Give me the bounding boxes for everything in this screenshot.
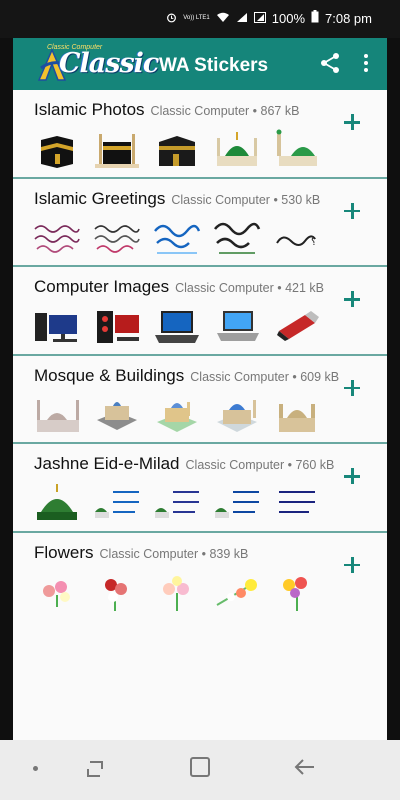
volte-icon: Vo)) LTE1 [183, 15, 210, 21]
green-dome-sticker [271, 128, 323, 170]
pack-title: Jashne Eid-e-Milad [34, 454, 180, 473]
pack-title: Mosque & Buildings [34, 365, 185, 385]
kaaba-sticker [31, 128, 83, 170]
add-pack-button[interactable] [342, 466, 362, 486]
add-pack-button[interactable] [342, 378, 362, 398]
pack-meta: Classic Computer • 530 kB [171, 192, 321, 207]
green-dome-sticker [211, 128, 263, 170]
add-pack-button[interactable] [342, 289, 362, 309]
green-dome-sticker [91, 482, 143, 524]
logo-word: Classic [59, 48, 159, 79]
green-dome-sticker [151, 482, 203, 524]
laptop-sticker [151, 305, 203, 347]
salam-sticker [151, 217, 203, 259]
share-icon[interactable] [319, 52, 341, 74]
pack-meta: Classic Computer • 867 kB [150, 104, 300, 118]
sticker-pack-mosque-buildings[interactable]: Mosque & Buildings Classic Computer • 609… [13, 355, 387, 444]
home-icon[interactable] [190, 757, 210, 777]
sticker-pack-islamic-greetings[interactable]: Islamic Greetings Classic Computer • 530 … [13, 178, 387, 267]
kaaba-sticker [151, 128, 203, 170]
app-logo: Classic Computer Classic [37, 44, 159, 84]
mosque-sticker [271, 394, 323, 436]
signal-icon [236, 11, 248, 26]
building-sticker [151, 394, 203, 436]
svg-text:؟: ؟ [311, 237, 316, 248]
back-icon[interactable] [294, 757, 316, 777]
pack-meta: Classic Computer • 760 kB [185, 458, 335, 472]
sticker-pack-computer-images[interactable]: Computer Images Classic Computer • 421 kB [13, 267, 387, 356]
green-dome-sticker [31, 482, 83, 524]
building-sticker [91, 394, 143, 436]
flower-sticker [31, 571, 83, 613]
status-bar: Vo)) LTE1 100% 7:08 pm [0, 0, 400, 38]
text-sticker [271, 482, 323, 524]
pack-title: Flowers [34, 542, 94, 562]
pack-meta: Classic Computer • 421 kB [175, 281, 325, 295]
app-bar: Classic Computer Classic WA Stickers [13, 38, 387, 90]
recent-apps-icon[interactable] [84, 758, 106, 780]
flower-sticker [91, 571, 143, 613]
sticker-pack-islamic-photos[interactable]: Islamic Photos Classic Computer • 867 kB [13, 90, 387, 179]
pack-title: Computer Images [34, 277, 170, 296]
flower-sticker [271, 571, 323, 613]
usb-drive-sticker [271, 305, 323, 347]
sticker-pack-jashne-eid-e-milad[interactable]: Jashne Eid-e-Milad Classic Computer • 760… [13, 444, 387, 533]
salam-sticker [211, 217, 263, 259]
signal-2-icon [253, 11, 266, 26]
pack-title: Islamic Photos [34, 100, 145, 119]
calligraphy-sticker [31, 217, 83, 259]
calligraphy-sticker: ؟ [271, 217, 323, 259]
battery-icon [311, 10, 319, 26]
calligraphy-sticker [91, 217, 143, 259]
wifi-icon [216, 11, 230, 26]
laptop-sticker [211, 305, 263, 347]
more-options-icon[interactable] [361, 52, 371, 74]
add-pack-button[interactable] [342, 555, 362, 575]
sticker-pack-flowers[interactable]: Flowers Classic Computer • 839 kB [13, 532, 387, 619]
battery-text: 100% [271, 10, 306, 26]
app-window: Classic Computer Classic WA Stickers Isl… [13, 38, 387, 740]
sticker-pack-list: Islamic Photos Classic Computer • 867 kB … [13, 90, 387, 619]
clock: 7:08 pm [325, 10, 372, 26]
desktop-pc-sticker [31, 305, 83, 347]
dot-icon [33, 766, 38, 771]
add-pack-button[interactable] [342, 112, 362, 132]
flower-sticker [151, 571, 203, 613]
alarm-icon [166, 11, 177, 26]
add-pack-button[interactable] [342, 201, 362, 221]
green-dome-sticker [211, 482, 263, 524]
pack-meta: Classic Computer • 839 kB [99, 546, 249, 561]
gaming-pc-sticker [91, 305, 143, 347]
mosque-sticker [211, 394, 263, 436]
mosque-sticker [31, 394, 83, 436]
pack-title: Islamic Greetings [34, 188, 166, 208]
app-title: WA Stickers [159, 55, 269, 76]
kaaba-sticker [91, 128, 143, 170]
navigation-bar [0, 740, 400, 800]
flower-sticker [211, 571, 263, 613]
pack-meta: Classic Computer • 609 kB [190, 369, 340, 384]
